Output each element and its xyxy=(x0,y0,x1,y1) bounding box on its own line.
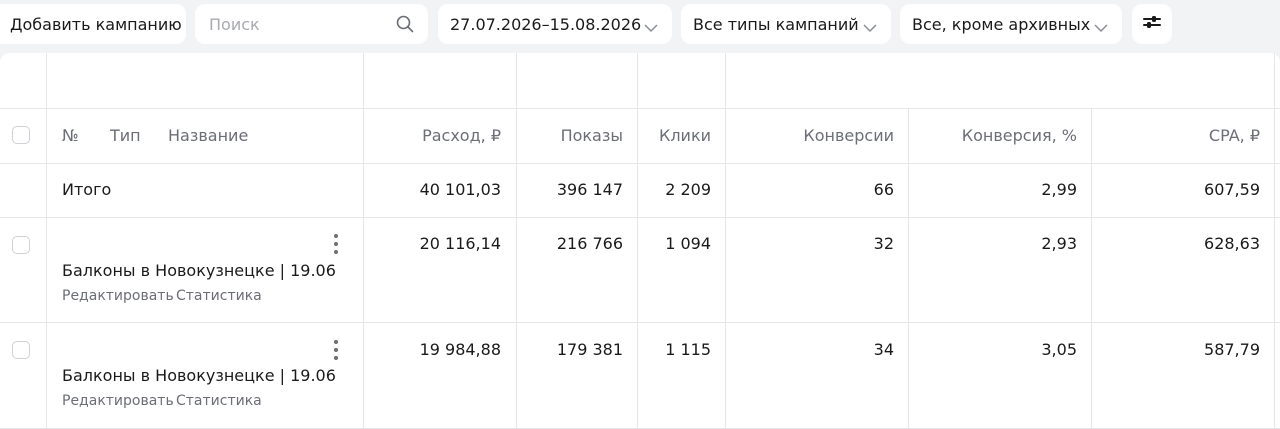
row-spend: 20 116,14 xyxy=(419,234,501,253)
edit-link[interactable]: Редактировать xyxy=(62,288,174,304)
row-checkbox[interactable] xyxy=(12,341,30,359)
campaign-name[interactable]: Балконы в Новокузнецке | 19.06 xyxy=(62,261,336,280)
header-spend[interactable]: Расход, ₽ xyxy=(370,126,501,145)
column-divider xyxy=(908,108,909,429)
row-cpa: 587,79 xyxy=(1204,340,1260,359)
column-divider xyxy=(1274,53,1275,429)
date-range-value: 27.07.2026–15.08.2026 xyxy=(450,14,642,34)
header-name[interactable]: Название xyxy=(168,126,248,145)
row-conversion-rate: 3,05 xyxy=(1041,340,1077,359)
row-checkbox[interactable] xyxy=(12,236,30,254)
campaign-name[interactable]: Балконы в Новокузнецке | 19.06 xyxy=(62,366,336,385)
total-conversion-rate: 2,99 xyxy=(1041,180,1077,199)
total-clicks: 2 209 xyxy=(665,180,711,199)
more-options-icon[interactable] xyxy=(330,340,342,360)
row-impressions: 179 381 xyxy=(556,340,623,359)
row-spend: 19 984,88 xyxy=(419,340,501,359)
total-label: Итого xyxy=(62,180,112,199)
column-divider xyxy=(363,53,364,429)
filter-settings-button[interactable] xyxy=(1132,4,1172,44)
search-icon[interactable] xyxy=(396,15,414,37)
more-options-icon[interactable] xyxy=(330,234,342,254)
row-clicks: 1 115 xyxy=(665,340,711,359)
column-divider xyxy=(637,53,638,429)
header-conversion-rate[interactable]: Конверсия, % xyxy=(912,126,1077,145)
total-spend: 40 101,03 xyxy=(419,180,501,199)
search-input[interactable] xyxy=(207,13,381,35)
add-campaign-label: Добавить кампанию xyxy=(10,14,182,34)
chevron-down-icon xyxy=(644,18,658,37)
date-range-select[interactable]: 27.07.2026–15.08.2026 xyxy=(438,4,672,44)
chevron-down-icon xyxy=(1094,18,1108,37)
chevron-down-icon xyxy=(863,18,877,37)
status-filter-value: Все, кроме архивных xyxy=(912,14,1091,34)
row-clicks: 1 094 xyxy=(665,234,711,253)
header-type[interactable]: Тип xyxy=(110,126,141,145)
sliders-icon xyxy=(1143,14,1161,34)
header-conversions[interactable]: Конверсии xyxy=(730,126,894,145)
select-all-checkbox[interactable] xyxy=(12,126,30,144)
edit-link[interactable]: Редактировать xyxy=(62,393,174,409)
campaign-types-value: Все типы кампаний xyxy=(693,14,859,34)
row-divider xyxy=(0,108,1280,109)
row-conversion-rate: 2,93 xyxy=(1041,234,1077,253)
status-filter-select[interactable]: Все, кроме архивных xyxy=(900,4,1122,44)
total-cpa: 607,59 xyxy=(1204,180,1260,199)
row-divider xyxy=(0,322,1280,323)
column-divider xyxy=(725,53,726,429)
header-impressions[interactable]: Показы xyxy=(520,126,623,145)
search-box[interactable] xyxy=(195,4,428,44)
campaigns-table: № Тип Название Расход, ₽ Показы Клики Ко… xyxy=(0,53,1280,429)
campaign-types-select[interactable]: Все типы кампаний xyxy=(681,4,891,44)
row-divider xyxy=(0,163,1280,164)
row-impressions: 216 766 xyxy=(556,234,623,253)
row-cpa: 628,63 xyxy=(1204,234,1260,253)
row-conversions: 34 xyxy=(873,340,894,359)
total-impressions: 396 147 xyxy=(556,180,623,199)
header-cpa[interactable]: CPA, ₽ xyxy=(1095,126,1260,145)
toolbar: Добавить кампанию 27.07.2026–15.08.2026 … xyxy=(0,0,1280,48)
header-number[interactable]: № xyxy=(62,126,79,145)
column-divider xyxy=(1091,108,1092,429)
column-divider xyxy=(516,53,517,429)
header-clicks[interactable]: Клики xyxy=(640,126,711,145)
row-divider xyxy=(0,217,1280,218)
column-divider xyxy=(46,53,47,429)
row-conversions: 32 xyxy=(873,234,894,253)
total-conversions: 66 xyxy=(873,180,894,199)
add-campaign-button[interactable]: Добавить кампанию xyxy=(0,4,186,44)
statistics-link[interactable]: Статистика xyxy=(176,288,262,304)
statistics-link[interactable]: Статистика xyxy=(176,393,262,409)
